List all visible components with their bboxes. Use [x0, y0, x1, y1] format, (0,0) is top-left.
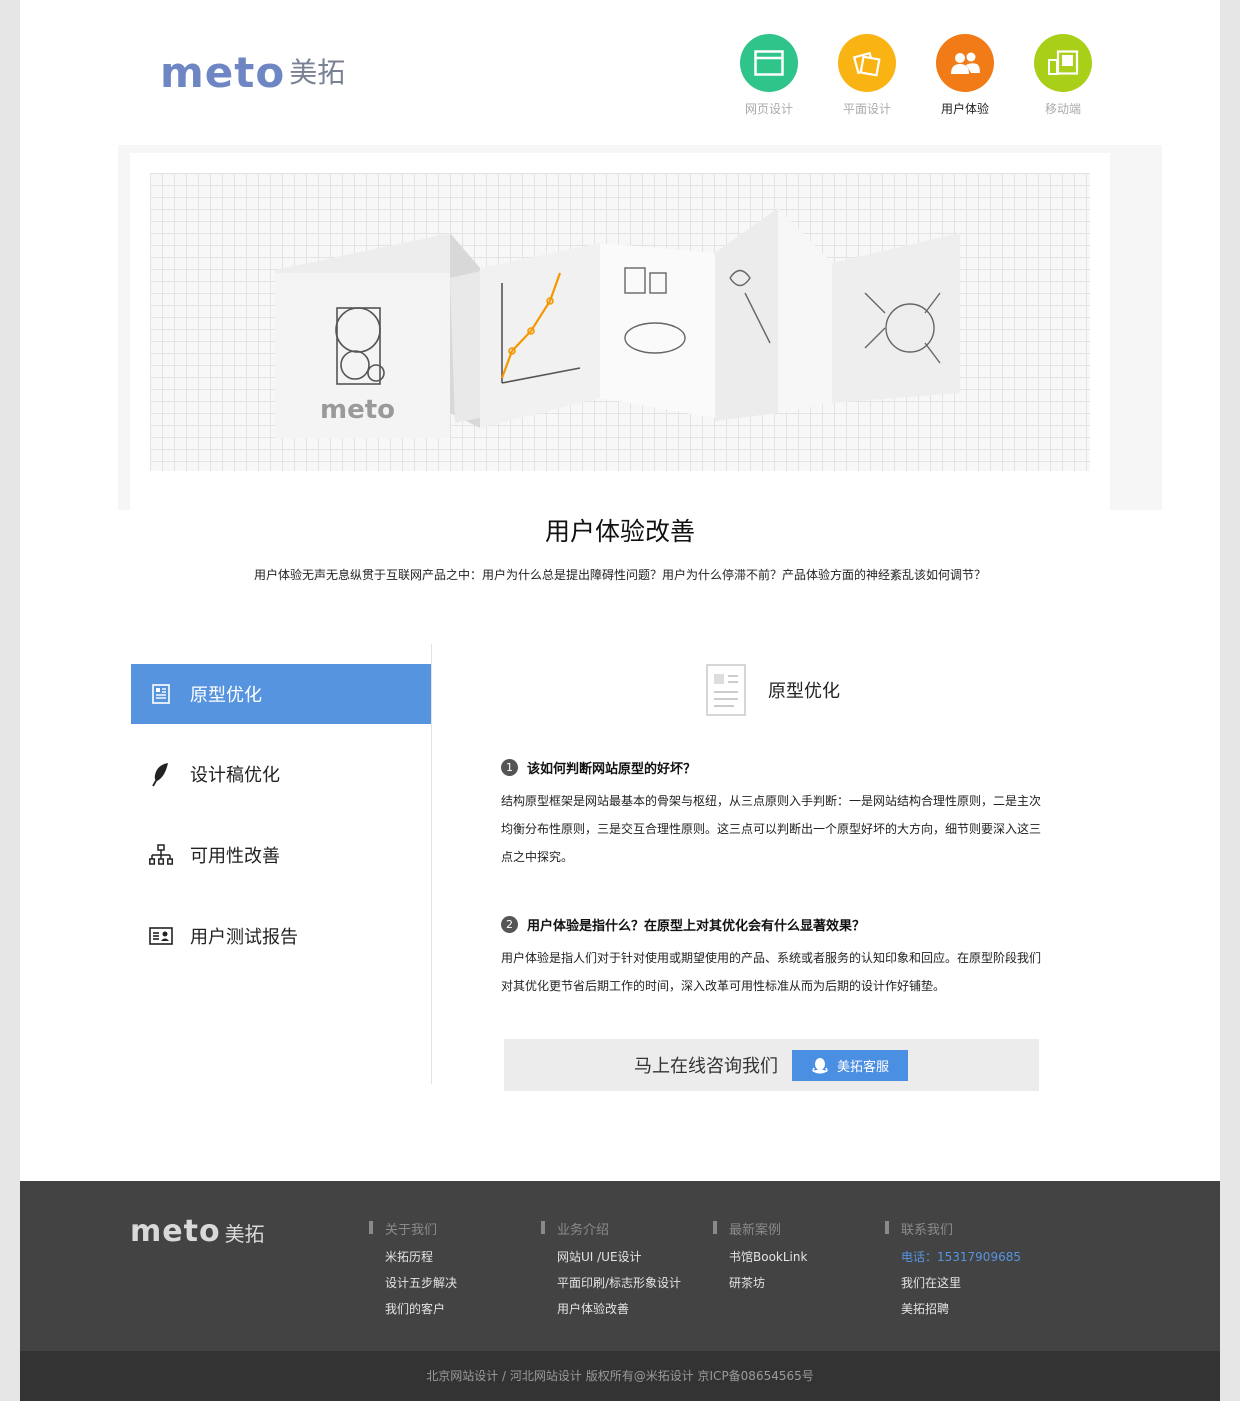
number-badge: 1: [501, 759, 518, 776]
logo-mark: meto: [160, 48, 286, 97]
banner: meto: [118, 145, 1162, 510]
footer-link[interactable]: 用户体验改善: [541, 1296, 681, 1322]
sidebar-item-label: 原型优化: [190, 685, 262, 706]
consult-text: 马上在线咨询我们: [634, 1056, 778, 1077]
mobile-devices-icon: [1034, 34, 1092, 92]
customer-service-label: 美拓客服: [836, 1059, 889, 1075]
content-header: 原型优化: [706, 664, 840, 716]
footer-link[interactable]: 我们的客户: [369, 1296, 457, 1322]
footer-logo[interactable]: meto 美拓: [130, 1217, 265, 1247]
logo-chinese: 美拓: [289, 56, 346, 89]
nav-label: 平面设计: [842, 102, 891, 116]
footer-link[interactable]: 设计五步解决: [369, 1270, 457, 1296]
sidebar-item-label: 可用性改善: [190, 846, 280, 867]
hierarchy-icon: [147, 841, 175, 869]
copyright-bar: 北京网站设计 / 河北网站设计 版权所有@米拓设计 京ICP备08654565号: [20, 1351, 1220, 1401]
banner-brand-text: meto: [320, 395, 395, 425]
site-logo[interactable]: meto 美拓: [160, 52, 345, 94]
footer-col-title: 最新案例: [713, 1219, 807, 1238]
footer-col-about: 关于我们 米拓历程 设计五步解决 我们的客户: [369, 1219, 457, 1322]
nav-label: 移动端: [1044, 102, 1081, 116]
document-icon: [147, 680, 175, 708]
nav-item-mobile[interactable]: 移动端: [1014, 34, 1112, 117]
nav-label: 网页设计: [744, 102, 793, 116]
vertical-divider: [431, 644, 432, 1084]
footer-col-title: 联系我们: [885, 1219, 1021, 1238]
footer-link[interactable]: 米拓历程: [369, 1244, 457, 1270]
footer: meto 美拓 关于我们 米拓历程 设计五步解决 我们的客户 业务介绍 网站UI…: [20, 1181, 1220, 1351]
nav-item-user-experience[interactable]: 用户体验: [916, 34, 1014, 117]
page: meto 美拓 网页设计 平面设计 用户体验 移动端 meto 用户体验改善 用…: [20, 0, 1220, 1401]
users-icon: [936, 34, 994, 92]
consult-banner: 马上在线咨询我们 美拓客服: [504, 1039, 1039, 1091]
sidebar-item-design-draft[interactable]: 设计稿优化: [131, 744, 431, 804]
content-title: 原型优化: [768, 681, 840, 702]
footer-link[interactable]: 书馆BookLink: [713, 1244, 807, 1270]
footer-link[interactable]: 平面印刷/标志形象设计: [541, 1270, 681, 1296]
banner-illustration: meto: [150, 173, 1090, 471]
page-title: 用户体验改善: [544, 517, 695, 546]
section-intro: 用户体验无声无息纵贯于互联网产品之中：用户为什么总是提出障碍性问题？用户为什么停…: [253, 568, 986, 582]
footer-col-title: 关于我们: [369, 1219, 457, 1238]
question-1: 1 该如何判断网站原型的好坏？: [501, 758, 696, 777]
number-badge: 2: [501, 916, 518, 933]
footer-col-services: 业务介绍 网站UI /UE设计 平面印刷/标志形象设计 用户体验改善: [541, 1219, 681, 1322]
nav-label: 用户体验: [940, 102, 989, 116]
banner-frame: meto: [130, 153, 1110, 510]
top-nav: 网页设计 平面设计 用户体验 移动端: [720, 34, 1112, 117]
folded-paper-illustration: meto: [275, 208, 960, 438]
question-text: 该如何判断网站原型的好坏？: [527, 762, 697, 777]
stacked-cards-icon: [838, 34, 896, 92]
nav-item-graphic-design[interactable]: 平面设计: [818, 34, 916, 117]
footer-phone[interactable]: 电话：15317909685: [885, 1244, 1021, 1270]
customer-service-button[interactable]: 美拓客服: [792, 1049, 908, 1081]
feather-icon: [147, 760, 175, 788]
footer-col-contact: 联系我们 电话：15317909685 我们在这里 美拓招聘: [885, 1219, 1021, 1322]
footer-link[interactable]: 研茶坊: [713, 1270, 807, 1296]
footer-link[interactable]: 我们在这里: [885, 1270, 1021, 1296]
answer-1: 结构原型框架是网站最基本的骨架与枢纽，从三点原则入手判断：一是网站结构合理性原则…: [501, 794, 1042, 864]
question-2: 2 用户体验是指什么？在原型上对其优化会有什么显著效果？: [501, 915, 865, 934]
footer-col-title: 业务介绍: [541, 1219, 681, 1238]
sidebar-item-label: 用户测试报告: [190, 927, 298, 948]
footer-col-cases: 最新案例 书馆BookLink 研茶坊: [713, 1219, 807, 1296]
sidebar-item-prototype[interactable]: 原型优化: [131, 664, 431, 724]
footer-logo-mark: meto: [130, 1214, 221, 1249]
qq-penguin-icon: [812, 1058, 828, 1074]
browser-window-icon: [740, 34, 798, 92]
nav-item-web-design[interactable]: 网页设计: [720, 34, 818, 117]
document-outline-icon: [706, 664, 746, 716]
answer-2: 用户体验是指人们对于针对使用或期望使用的产品、系统或者服务的认知印象和回应。在原…: [501, 951, 1042, 993]
question-text: 用户体验是指什么？在原型上对其优化会有什么显著效果？: [527, 919, 866, 934]
footer-link[interactable]: 网站UI /UE设计: [541, 1244, 681, 1270]
footer-logo-chinese: 美拓: [224, 1221, 265, 1246]
sidebar-item-usability[interactable]: 可用性改善: [131, 825, 431, 885]
sidebar-item-label: 设计稿优化: [190, 765, 280, 786]
id-card-icon: [147, 922, 175, 950]
footer-link[interactable]: 美拓招聘: [885, 1296, 1021, 1322]
sidebar-item-user-test-report[interactable]: 用户测试报告: [131, 906, 431, 966]
